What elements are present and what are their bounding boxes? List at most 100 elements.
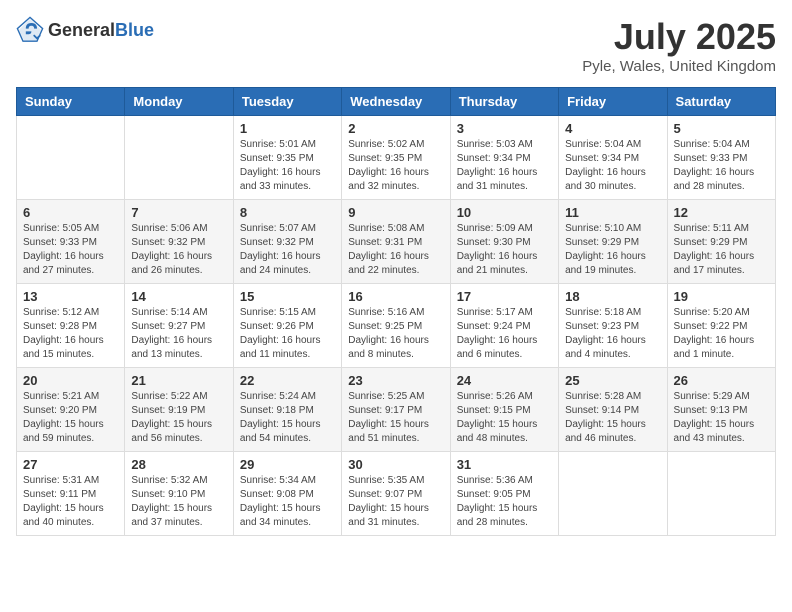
calendar-cell: 6Sunrise: 5:05 AM Sunset: 9:33 PM Daylig… [17,200,125,284]
calendar-cell: 3 Sunrise: 5:03 AM Sunset: 9:34 PM Daylig… [450,116,558,200]
calendar-cell: 15Sunrise: 5:15 AM Sunset: 9:26 PM Dayli… [233,284,341,368]
day-number: 24 [457,373,552,388]
calendar-cell: 28 Sunrise: 5:32 AM Sunset: 9:10 PM Dayli… [125,452,233,536]
day-number: 5 [674,121,769,136]
day-number: 31 [457,457,552,472]
day-number: 8 [240,205,335,220]
day-number: 14 [131,289,226,304]
day-detail: Sunrise: 5:21 AM Sunset: 9:20 PM Dayligh… [23,390,118,446]
day-detail: Sunrise: 5:17 AM Sunset: 9:24 PM Dayligh… [457,306,552,362]
calendar-cell: 24 Sunrise: 5:26 AM Sunset: 9:15 PM Dayli… [450,368,558,452]
day-detail: Sunrise: 5:32 AM Sunset: 9:10 PM Dayligh… [131,474,226,530]
day-detail: Sunrise: 5:16 AM Sunset: 9:25 PM Dayligh… [348,306,443,362]
day-detail: Sunrise: 5:04 AM Sunset: 9:34 PM Dayligh… [565,138,660,194]
calendar-cell: 20 Sunrise: 5:21 AM Sunset: 9:20 PM Dayli… [17,368,125,452]
day-of-week-header: Monday [125,88,233,116]
calendar-cell: 1 Sunrise: 5:01 AM Sunset: 9:35 PM Daylig… [233,116,341,200]
calendar-cell: 9 Sunrise: 5:08 AM Sunset: 9:31 PM Daylig… [342,200,450,284]
day-number: 11 [565,205,660,220]
calendar-cell: 13 Sunrise: 5:12 AM Sunset: 9:28 PM Dayli… [17,284,125,368]
day-detail: Sunrise: 5:01 AM Sunset: 9:35 PM Dayligh… [240,138,335,194]
calendar-week-row: 20 Sunrise: 5:21 AM Sunset: 9:20 PM Dayli… [17,368,776,452]
calendar-cell: 11Sunrise: 5:10 AM Sunset: 9:29 PM Dayli… [559,200,667,284]
calendar-cell: 17Sunrise: 5:17 AM Sunset: 9:24 PM Dayli… [450,284,558,368]
day-number: 19 [674,289,769,304]
day-detail: Sunrise: 5:20 AM Sunset: 9:22 PM Dayligh… [674,306,769,362]
calendar-cell: 19 Sunrise: 5:20 AM Sunset: 9:22 PM Dayli… [667,284,775,368]
day-number: 3 [457,121,552,136]
day-number: 2 [348,121,443,136]
day-detail: Sunrise: 5:25 AM Sunset: 9:17 PM Dayligh… [348,390,443,446]
page-header: GeneralBlue July 2025 Pyle, Wales, Unite… [16,16,776,75]
calendar-cell: 2 Sunrise: 5:02 AM Sunset: 9:35 PM Daylig… [342,116,450,200]
day-number: 9 [348,205,443,220]
day-detail: Sunrise: 5:18 AM Sunset: 9:23 PM Dayligh… [565,306,660,362]
day-detail: Sunrise: 5:14 AM Sunset: 9:27 PM Dayligh… [131,306,226,362]
day-number: 7 [131,205,226,220]
calendar-cell: 5 Sunrise: 5:04 AM Sunset: 9:33 PM Daylig… [667,116,775,200]
day-detail: Sunrise: 5:24 AM Sunset: 9:18 PM Dayligh… [240,390,335,446]
day-detail: Sunrise: 5:36 AM Sunset: 9:05 PM Dayligh… [457,474,552,530]
day-detail: Sunrise: 5:28 AM Sunset: 9:14 PM Dayligh… [565,390,660,446]
day-detail: Sunrise: 5:04 AM Sunset: 9:33 PM Dayligh… [674,138,769,194]
day-detail: Sunrise: 5:22 AM Sunset: 9:19 PM Dayligh… [131,390,226,446]
calendar-cell: 7 Sunrise: 5:06 AM Sunset: 9:32 PM Daylig… [125,200,233,284]
calendar-cell: 31 Sunrise: 5:36 AM Sunset: 9:05 PM Dayli… [450,452,558,536]
day-number: 16 [348,289,443,304]
day-detail: Sunrise: 5:29 AM Sunset: 9:13 PM Dayligh… [674,390,769,446]
day-number: 20 [23,373,118,388]
calendar-cell: 22Sunrise: 5:24 AM Sunset: 9:18 PM Dayli… [233,368,341,452]
calendar-week-row: 13 Sunrise: 5:12 AM Sunset: 9:28 PM Dayli… [17,284,776,368]
day-detail: Sunrise: 5:03 AM Sunset: 9:34 PM Dayligh… [457,138,552,194]
day-detail: Sunrise: 5:12 AM Sunset: 9:28 PM Dayligh… [23,306,118,362]
day-number: 30 [348,457,443,472]
day-detail: Sunrise: 5:31 AM Sunset: 9:11 PM Dayligh… [23,474,118,530]
day-detail: Sunrise: 5:11 AM Sunset: 9:29 PM Dayligh… [674,222,769,278]
calendar-cell: 18 Sunrise: 5:18 AM Sunset: 9:23 PM Dayli… [559,284,667,368]
day-detail: Sunrise: 5:08 AM Sunset: 9:31 PM Dayligh… [348,222,443,278]
logo-general: General [48,20,115,40]
day-number: 23 [348,373,443,388]
calendar-header-row: SundayMondayTuesdayWednesdayThursdayFrid… [17,88,776,116]
day-number: 28 [131,457,226,472]
day-number: 29 [240,457,335,472]
day-number: 4 [565,121,660,136]
day-detail: Sunrise: 5:09 AM Sunset: 9:30 PM Dayligh… [457,222,552,278]
day-number: 27 [23,457,118,472]
day-number: 18 [565,289,660,304]
logo-icon [16,16,44,44]
logo-blue: Blue [115,20,154,40]
calendar-cell: 4 Sunrise: 5:04 AM Sunset: 9:34 PM Daylig… [559,116,667,200]
day-number: 13 [23,289,118,304]
day-of-week-header: Thursday [450,88,558,116]
day-detail: Sunrise: 5:05 AM Sunset: 9:33 PM Dayligh… [23,222,118,278]
day-detail: Sunrise: 5:15 AM Sunset: 9:26 PM Dayligh… [240,306,335,362]
day-detail: Sunrise: 5:06 AM Sunset: 9:32 PM Dayligh… [131,222,226,278]
month-title: July 2025 [582,16,776,58]
calendar-week-row: 6Sunrise: 5:05 AM Sunset: 9:33 PM Daylig… [17,200,776,284]
calendar-cell [559,452,667,536]
day-of-week-header: Sunday [17,88,125,116]
day-number: 21 [131,373,226,388]
day-of-week-header: Tuesday [233,88,341,116]
calendar-cell: 25Sunrise: 5:28 AM Sunset: 9:14 PM Dayli… [559,368,667,452]
day-detail: Sunrise: 5:02 AM Sunset: 9:35 PM Dayligh… [348,138,443,194]
calendar-cell: 10 Sunrise: 5:09 AM Sunset: 9:30 PM Dayli… [450,200,558,284]
calendar-cell: 27 Sunrise: 5:31 AM Sunset: 9:11 PM Dayli… [17,452,125,536]
day-number: 10 [457,205,552,220]
calendar-week-row: 27 Sunrise: 5:31 AM Sunset: 9:11 PM Dayli… [17,452,776,536]
day-of-week-header: Friday [559,88,667,116]
logo: GeneralBlue [16,16,154,44]
day-of-week-header: Wednesday [342,88,450,116]
day-detail: Sunrise: 5:35 AM Sunset: 9:07 PM Dayligh… [348,474,443,530]
title-block: July 2025 Pyle, Wales, United Kingdom [582,16,776,75]
calendar-cell: 30 Sunrise: 5:35 AM Sunset: 9:07 PM Dayli… [342,452,450,536]
calendar-cell: 29Sunrise: 5:34 AM Sunset: 9:08 PM Dayli… [233,452,341,536]
day-detail: Sunrise: 5:26 AM Sunset: 9:15 PM Dayligh… [457,390,552,446]
day-number: 1 [240,121,335,136]
logo-text: GeneralBlue [48,20,154,41]
calendar-cell: 16 Sunrise: 5:16 AM Sunset: 9:25 PM Dayli… [342,284,450,368]
calendar-table: SundayMondayTuesdayWednesdayThursdayFrid… [16,87,776,536]
day-detail: Sunrise: 5:07 AM Sunset: 9:32 PM Dayligh… [240,222,335,278]
day-number: 12 [674,205,769,220]
